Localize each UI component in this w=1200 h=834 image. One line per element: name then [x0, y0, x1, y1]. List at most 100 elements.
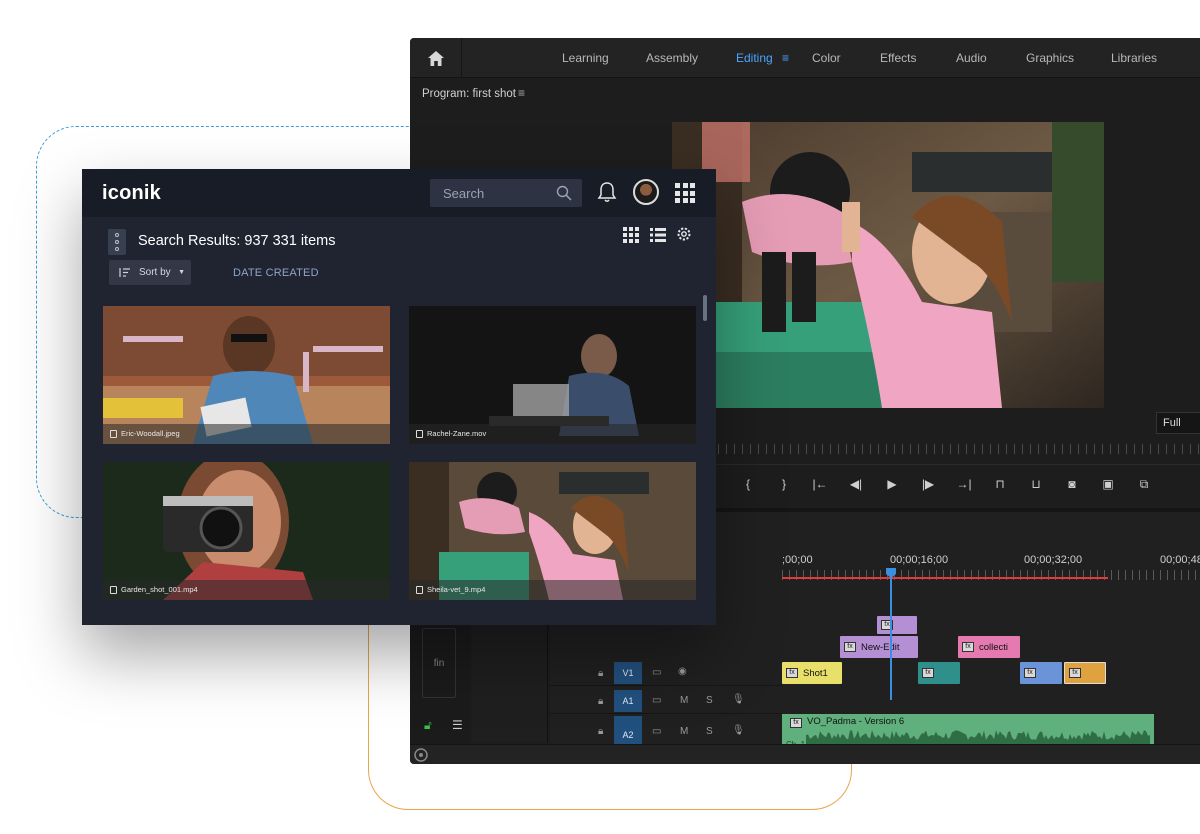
fx-icon: fx	[1069, 668, 1081, 678]
film-icon[interactable]: ▭	[652, 726, 661, 737]
hamburger-icon[interactable]: ≡	[782, 51, 789, 65]
clip-fx-top[interactable]: fx	[877, 616, 917, 634]
home-button[interactable]	[410, 38, 462, 78]
lock-icon[interactable]: 🔓︎	[424, 718, 432, 733]
avatar[interactable]	[633, 179, 659, 205]
fx-icon: fx	[1024, 668, 1036, 678]
asset-name: Sheila-vet_9.mp4	[427, 585, 486, 594]
zoom-select[interactable]: Full	[1156, 412, 1200, 434]
iconik-header: iconik	[82, 169, 716, 217]
results-scrollbar[interactable]	[703, 295, 707, 321]
search-results-title: Search Results: 937 331 items	[138, 233, 336, 249]
step-forward-icon[interactable]: |▶	[910, 474, 946, 494]
clip-teal[interactable]: fx	[918, 662, 960, 684]
asset-caption: Sheila-vet_9.mp4	[409, 580, 696, 600]
playhead[interactable]	[890, 574, 892, 700]
timecode-0: ;00;00	[782, 554, 813, 566]
play-icon[interactable]: ▶	[874, 474, 910, 494]
lock-icon[interactable]: 🔒︎	[598, 726, 603, 737]
workspace-tab-editing[interactable]: Editing	[736, 38, 773, 78]
workspace-tab-learning[interactable]: Learning	[562, 38, 609, 78]
track-v1-tag[interactable]: V1	[614, 662, 642, 684]
asset-card[interactable]: Sheila-vet_9.mp4	[409, 462, 696, 600]
image-file-icon	[110, 430, 117, 438]
fx-icon: fx	[786, 668, 798, 678]
workspace-tab-assembly[interactable]: Assembly	[646, 38, 698, 78]
list-view-icon[interactable]	[650, 227, 666, 243]
eye-icon[interactable]: ◉	[678, 666, 687, 677]
clip-orange[interactable]: fx	[1064, 662, 1106, 684]
asset-name: Eric-Woodall.jpeg	[121, 429, 180, 438]
project-item-fin[interactable]: fin	[422, 628, 456, 698]
search-box	[430, 179, 582, 207]
track-a1-header: 🔒︎ A1 ▭ M S 🎙︎	[550, 688, 782, 714]
fx-icon: fx	[844, 642, 856, 652]
creative-cloud-icon[interactable]	[414, 748, 428, 762]
more-options-icon[interactable]	[108, 229, 126, 255]
track-a1-tag[interactable]: A1	[614, 690, 642, 712]
extract-icon[interactable]: ⊔	[1018, 474, 1054, 494]
camera-icon[interactable]: ◙	[1054, 474, 1090, 494]
sort-icon	[119, 268, 130, 277]
mute-button[interactable]: M	[680, 726, 688, 737]
clip-blue[interactable]: fx	[1020, 662, 1062, 684]
clip-label: fx VO_Padma - Version 6	[790, 716, 904, 728]
grid-view-icon[interactable]	[623, 227, 639, 243]
workspace-tab-color[interactable]: Color	[812, 38, 841, 78]
search-input[interactable]	[430, 179, 550, 207]
lock-icon[interactable]: 🔒︎	[598, 696, 603, 707]
search-icon[interactable]	[556, 185, 572, 201]
microphone-icon[interactable]: 🎙︎	[732, 725, 745, 736]
fx-icon: fx	[922, 668, 934, 678]
asset-card[interactable]: Garden_shot_001.mp4	[103, 462, 390, 600]
apps-grid-icon[interactable]	[675, 183, 695, 203]
workspace-bar: Learning Assembly Editing ≡ Color Effect…	[410, 38, 1200, 78]
lock-icon[interactable]: 🔒︎	[598, 668, 603, 679]
clip-collection[interactable]: fx collecti	[958, 636, 1020, 658]
program-menu-icon[interactable]: ≡	[518, 86, 525, 100]
compare-icon[interactable]: ⧉	[1126, 474, 1162, 494]
sort-field-date-created[interactable]: DATE CREATED	[233, 267, 319, 279]
asset-card[interactable]: Rachel-Zane.mov	[409, 306, 696, 444]
clip-label: collecti	[979, 641, 1009, 653]
monitor-timeline-ruler[interactable]	[710, 444, 1200, 454]
go-to-out-icon[interactable]: →|	[946, 474, 982, 494]
workspace-tab-graphics[interactable]: Graphics	[1026, 38, 1074, 78]
gear-icon[interactable]	[676, 226, 692, 242]
video-file-icon	[416, 430, 423, 438]
lift-icon[interactable]: ⊓	[982, 474, 1018, 494]
asset-card[interactable]: Eric-Woodall.jpeg	[103, 306, 390, 444]
solo-button[interactable]: S	[706, 726, 713, 737]
solo-button[interactable]: S	[706, 695, 713, 706]
iconik-logo[interactable]: iconik	[102, 182, 161, 205]
sort-by-label: Sort by	[139, 267, 171, 278]
mute-button[interactable]: M	[680, 695, 688, 706]
button-editor-icon[interactable]: ▣	[1090, 474, 1126, 494]
step-back-icon[interactable]: ◀|	[838, 474, 874, 494]
status-bar	[410, 744, 1200, 764]
video-frame-image	[672, 122, 1104, 408]
film-icon[interactable]: ▭	[652, 695, 661, 706]
clip-new-edit[interactable]: fx New-Edit	[840, 636, 918, 658]
clip-shot1[interactable]: fx Shot1	[782, 662, 842, 684]
asset-caption: Garden_shot_001.mp4	[103, 580, 390, 600]
audio-clip-name: VO_Padma - Version 6	[807, 716, 905, 727]
workspace-tab-libraries[interactable]: Libraries	[1111, 38, 1157, 78]
stage: Learning Assembly Editing ≡ Color Effect…	[0, 0, 1200, 834]
video-file-icon	[110, 586, 117, 594]
sort-by-button[interactable]: Sort by ▼	[109, 260, 191, 285]
timecode-32: 00;00;32;00	[1024, 554, 1083, 566]
mark-in-icon[interactable]: {	[730, 474, 766, 494]
go-to-in-icon[interactable]: |←	[802, 474, 838, 494]
workspace-tab-effects[interactable]: Effects	[880, 38, 916, 78]
workspace-tab-audio[interactable]: Audio	[956, 38, 987, 78]
fx-icon: fx	[962, 642, 974, 652]
film-icon[interactable]: ▭	[652, 667, 661, 678]
microphone-icon[interactable]: 🎙︎	[732, 694, 745, 705]
asset-caption: Rachel-Zane.mov	[409, 424, 696, 444]
timecode-16: 00;00;16;00	[890, 554, 949, 566]
list-view-icon[interactable]: ☰	[452, 718, 463, 732]
mark-out-icon[interactable]: }	[766, 474, 802, 494]
program-monitor-video[interactable]	[672, 122, 1104, 408]
bell-icon[interactable]	[597, 181, 617, 203]
